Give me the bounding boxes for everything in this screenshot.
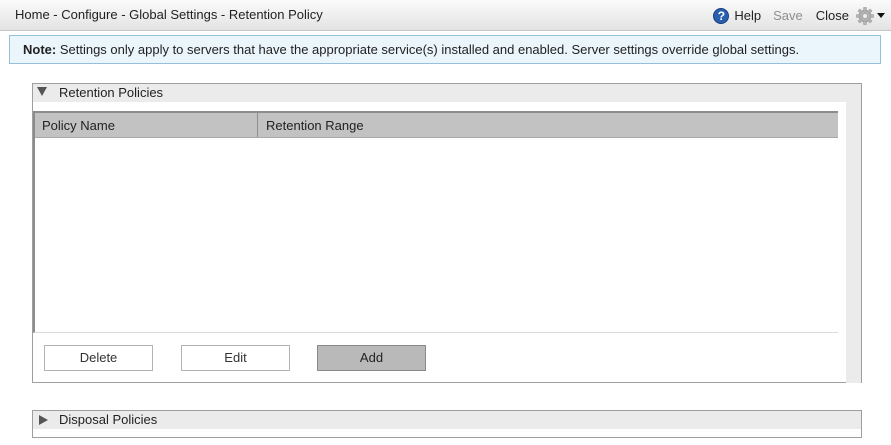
table-header: Policy Name Retention Range bbox=[35, 113, 838, 138]
note-label: Note: bbox=[23, 42, 57, 57]
edit-button[interactable]: Edit bbox=[181, 345, 290, 371]
panel-scroll-strip bbox=[846, 84, 861, 383]
delete-button[interactable]: Delete bbox=[44, 345, 153, 371]
note-text: Settings only apply to servers that have… bbox=[56, 42, 800, 57]
save-button[interactable]: Save bbox=[773, 8, 803, 23]
help-icon: ? bbox=[713, 7, 730, 24]
expand-arrow-icon[interactable] bbox=[39, 415, 48, 425]
collapse-arrow-icon[interactable] bbox=[37, 87, 47, 96]
help-label: Help bbox=[734, 8, 762, 23]
disposal-policies-header[interactable]: Disposal Policies bbox=[33, 411, 861, 429]
disposal-policies-panel: Disposal Policies bbox=[32, 410, 862, 438]
column-header-retention-range[interactable]: Retention Range bbox=[259, 113, 838, 137]
retention-policies-title: Retention Policies bbox=[59, 85, 164, 100]
title-bar: Home - Configure - Global Settings - Ret… bbox=[0, 0, 891, 31]
retention-policies-table: Policy Name Retention Range bbox=[33, 111, 838, 333]
disposal-policies-title: Disposal Policies bbox=[59, 412, 158, 427]
add-button[interactable]: Add bbox=[317, 345, 426, 371]
breadcrumb: Home - Configure - Global Settings - Ret… bbox=[15, 7, 323, 22]
column-header-policy-name[interactable]: Policy Name bbox=[35, 113, 258, 137]
retention-policies-header[interactable]: Retention Policies bbox=[33, 84, 861, 102]
close-button[interactable]: Close bbox=[816, 8, 849, 23]
settings-menu-dropdown-icon[interactable] bbox=[877, 13, 885, 18]
toolbar: ? Help Save Close bbox=[713, 0, 891, 31]
retention-policies-panel: Retention Policies Policy Name Retention… bbox=[32, 83, 862, 383]
help-button[interactable]: ? Help bbox=[713, 7, 762, 24]
gear-icon[interactable] bbox=[855, 6, 875, 26]
note-banner: Note: Settings only apply to servers tha… bbox=[9, 35, 881, 64]
